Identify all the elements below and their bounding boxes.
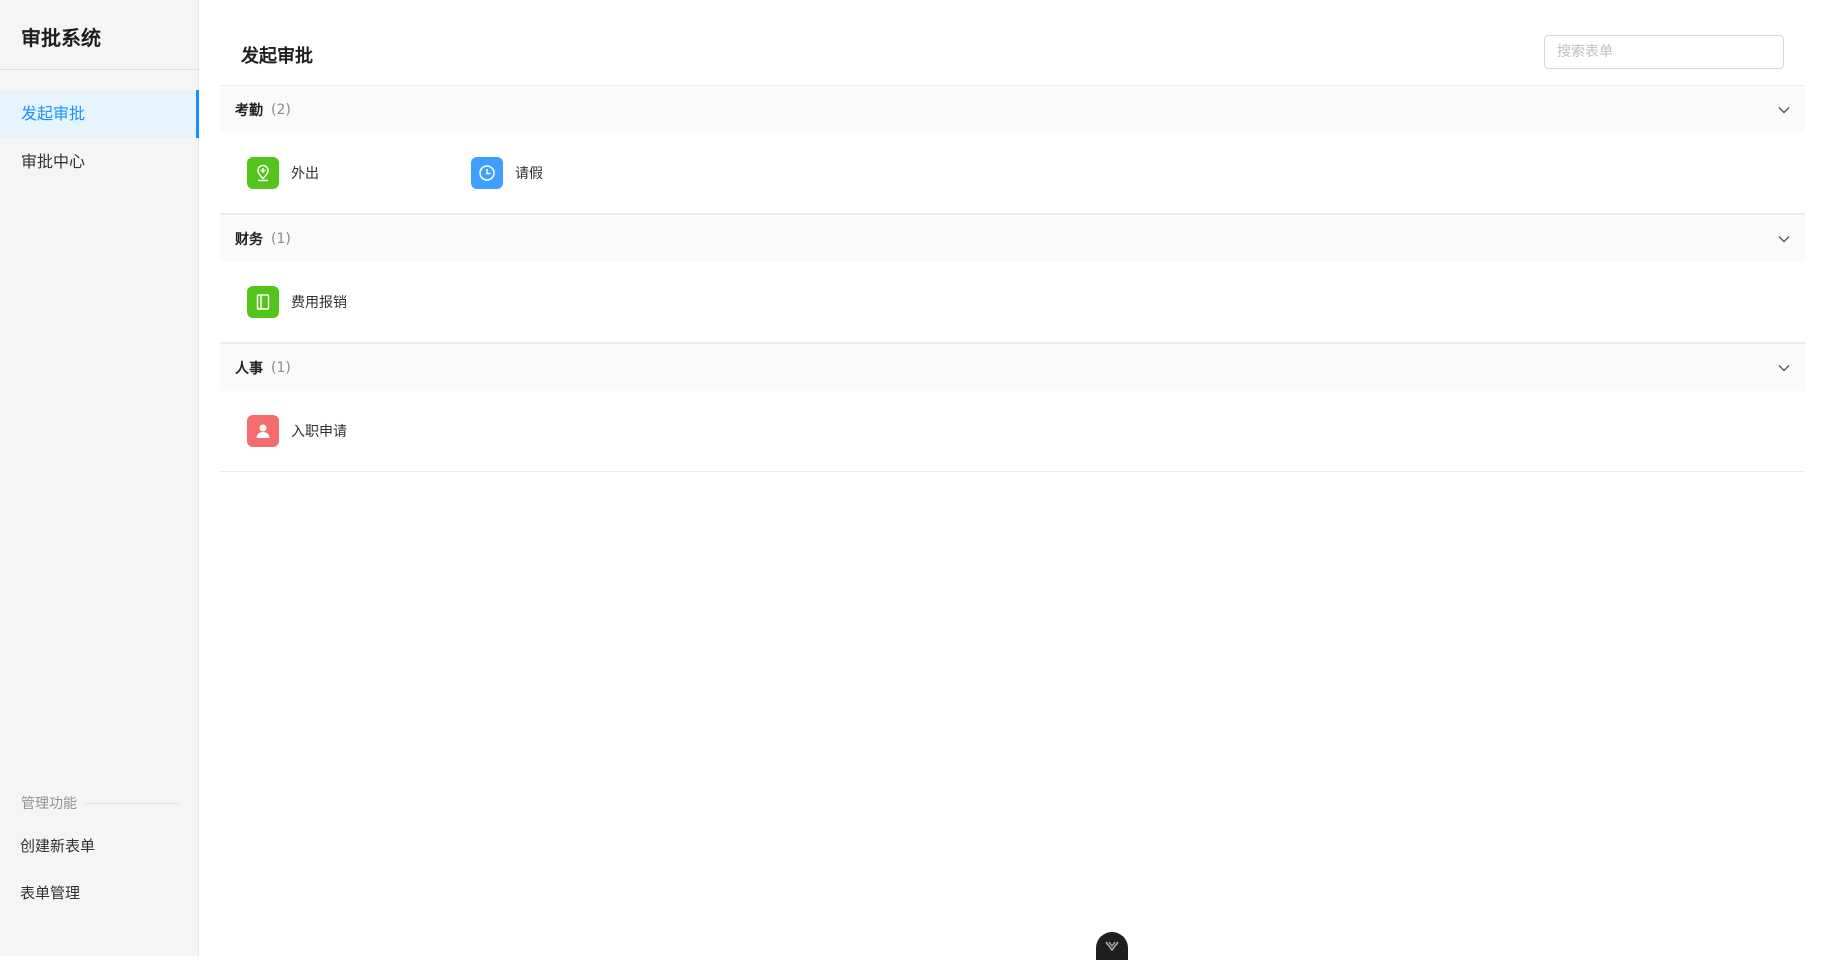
chevron-down-icon[interactable] (1777, 103, 1791, 117)
group-count: (1) (271, 359, 291, 376)
nav-item-form-management[interactable]: 表单管理 (20, 882, 80, 903)
form-group-finance: 财务 (1) 费用报销 (220, 214, 1805, 343)
admin-section-label: 管理功能 (21, 796, 77, 812)
form-item-onboarding[interactable]: 入职申请 (247, 415, 347, 447)
divider (85, 802, 179, 804)
user-icon (247, 415, 279, 447)
admin-section-header: 管理功能 (21, 793, 179, 813)
clock-icon (471, 157, 503, 189)
group-name: 考勤 (235, 102, 263, 119)
main-content: 发起审批 考勤 (2) 外出 (199, 0, 1825, 960)
nav-item-create-form[interactable]: 创建新表单 (20, 835, 95, 856)
group-header[interactable]: 财务 (1) (220, 214, 1805, 262)
location-pin-icon (247, 157, 279, 189)
nav-item-approval-center[interactable]: 审批中心 (0, 138, 199, 186)
form-item-label: 入职申请 (291, 424, 347, 440)
divider (0, 69, 199, 70)
chevron-down-icon[interactable] (1777, 232, 1791, 246)
group-header[interactable]: 人事 (1) (220, 343, 1805, 391)
form-group-attendance: 考勤 (2) 外出 请假 (220, 85, 1805, 214)
form-item-label: 外出 (291, 166, 319, 182)
group-count: (1) (271, 230, 291, 247)
nav-item-start-approval[interactable]: 发起审批 (0, 90, 199, 138)
group-name: 人事 (235, 360, 263, 377)
form-group-hr: 人事 (1) 入职申请 (220, 343, 1805, 472)
form-item-label: 费用报销 (291, 295, 347, 311)
page-title: 发起审批 (241, 46, 313, 67)
sidebar: 审批系统 发起审批 审批中心 管理功能 创建新表单 表单管理 (0, 0, 199, 956)
group-body: 外出 请假 (220, 133, 1805, 214)
form-item-expense[interactable]: 费用报销 (247, 286, 347, 318)
form-item-outing[interactable]: 外出 (247, 157, 319, 189)
form-item-label: 请假 (515, 166, 543, 182)
group-name: 财务 (235, 231, 263, 248)
vue-logo-icon (1105, 941, 1119, 951)
form-item-leave[interactable]: 请假 (471, 157, 543, 189)
group-body: 费用报销 (220, 262, 1805, 343)
chevron-down-icon[interactable] (1777, 361, 1791, 375)
group-body: 入职申请 (220, 391, 1805, 472)
notebook-icon (247, 286, 279, 318)
group-count: (2) (271, 101, 291, 118)
group-header[interactable]: 考勤 (2) (220, 85, 1805, 133)
search-input[interactable] (1544, 35, 1784, 69)
app-title: 审批系统 (21, 26, 101, 50)
